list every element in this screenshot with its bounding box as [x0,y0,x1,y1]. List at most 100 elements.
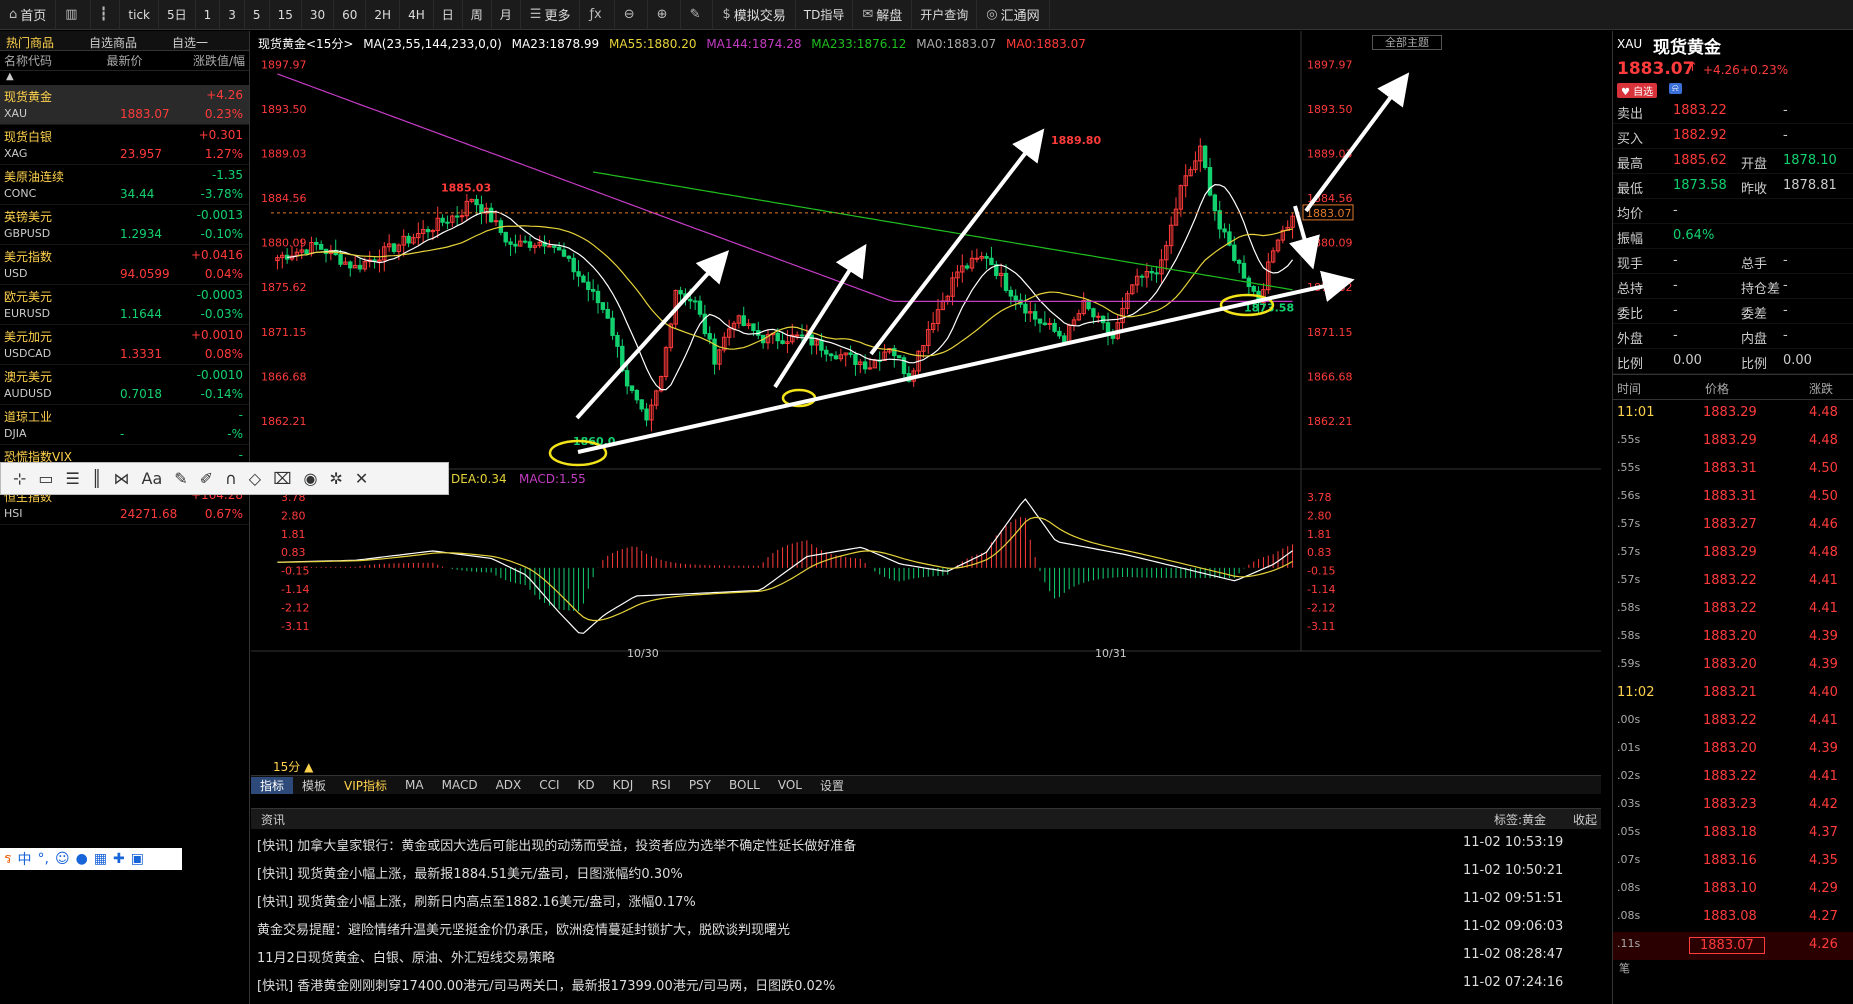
ime-emoji-icon[interactable]: ☺ [55,851,70,867]
toolbar-item-23[interactable]: ✉ 解盘 [853,0,913,30]
bars-icon[interactable]: ║ [92,469,102,488]
indicator-tab[interactable]: VOL [769,778,811,792]
toolbar-item-7[interactable]: 5 [245,0,270,30]
news-item[interactable]: [快讯] 加拿大皇家银行：黄金或因大选后可能出现的动荡而受益，投资者应为选举不确… [251,829,1601,857]
news-title[interactable]: 资讯 [261,811,285,828]
toolbar-item-21[interactable]: $ 模拟交易 [713,0,796,30]
theme-select[interactable]: 全部主题 [1372,35,1442,50]
quote-row[interactable]: 道琼工业 DJIA - - -% [0,405,249,445]
watch-button[interactable]: ♥ 自选 [1617,83,1658,98]
toolbar-item-4[interactable]: 5日 [159,0,196,30]
toolbar-item-13[interactable]: 日 [434,0,463,30]
toolbar-item-9[interactable]: 30 [302,0,335,30]
select-icon[interactable]: ⊹ [13,469,26,488]
quote-row[interactable]: 澳元美元 AUDUSD 0.7018 -0.0010 -0.14% [0,365,249,405]
tab-custom[interactable]: 自选一 [166,31,249,50]
news-collapse-button[interactable]: 收起 [1573,811,1597,828]
indicator-tab[interactable]: 指标 [251,776,294,794]
ime-skin-icon[interactable]: ✚ [113,851,125,867]
ime-mode[interactable]: 中 [18,849,32,869]
toolbar-item-24[interactable]: 开户查询 [912,0,978,30]
toolbar-item-8[interactable]: 15 [270,0,302,30]
toolbar-item-20[interactable]: ✎ [681,0,714,30]
news-item[interactable]: [快讯] 现货黄金小幅上涨，最新报1884.51美元/盎司，日图涨幅约0.30%… [251,857,1601,885]
pen-icon[interactable]: ✎ [174,469,187,488]
indicator-tab[interactable]: KDJ [604,778,643,792]
tick-change: 4.48 [1809,405,1838,420]
ime-punct-icon[interactable]: °, [38,851,49,867]
news-item[interactable]: [快讯] 香港黄金刚刚刺穿17400.00港元/司马两关口，最新报17399.0… [251,969,1601,997]
quote-row[interactable]: 美原油连续 CONC 34.44 -1.35 -3.78% [0,165,249,205]
bell-icon[interactable]: ⍾ [1669,83,1682,94]
rect-icon[interactable]: ▭ [38,469,53,488]
toolbar-item-16[interactable]: ☰ 更多 [521,0,581,30]
indicator-tab[interactable]: BOLL [720,778,769,792]
tab-watchlist[interactable]: 自选商品 [83,31,166,50]
indicator-tab[interactable]: 模板 [293,777,335,794]
nodes-icon[interactable]: ⋈ [114,469,130,488]
toolbar-item-3[interactable]: tick [120,0,159,30]
indicator-tab[interactable]: VIP指标 [335,777,396,794]
quote-row[interactable]: 英镑美元 GBPUSD 1.2934 -0.0013 -0.10% [0,205,249,245]
header-change: 涨跌值/幅 [192,54,245,68]
indicator-tab[interactable]: 设置 [811,777,853,794]
sort-indicator-icon[interactable]: ▲ [0,71,249,85]
indicator-tab[interactable]: KD [569,778,604,792]
brush-icon[interactable]: ✐ [200,469,213,488]
toolbar-item-22[interactable]: TD指导 [796,0,854,30]
eye-icon[interactable]: ◉ [304,469,318,488]
quote-name: 美原油连续 [4,170,65,184]
news-item[interactable]: 11月2日现货黄金、白银、原油、外汇短线交易策略 11-02 08:28:47 [251,941,1601,969]
text-icon[interactable]: Aa [142,469,163,488]
toolbar-item-14[interactable]: 周 [463,0,492,30]
quote-code: CONC [4,187,37,200]
candle-body [595,290,601,304]
quote-row[interactable]: 欧元美元 EURUSD 1.1644 -0.0003 -0.03% [0,285,249,325]
ime-keyboard-icon[interactable]: ▦ [94,851,107,867]
close-icon[interactable]: ✕ [355,469,368,488]
trash-icon[interactable]: ⌧ [273,469,291,488]
toolbar-item-2[interactable]: ┇ [91,0,121,30]
gear-icon[interactable]: ✲ [330,469,343,488]
toolbar-item-10[interactable]: 60 [334,0,367,30]
indicator-tab[interactable]: MA [396,778,433,792]
news-item[interactable]: 黄金交易提醒：避险情绪升温美元坚挺金价仍承压，欧洲疫情蔓延封锁扩大，脱欧谈判现曙… [251,913,1601,941]
toolbar-item-15[interactable]: 月 [492,0,521,30]
bar-chart-icon: ▥ [65,7,78,22]
tick-row: .55s 1883.31 4.50 [1613,456,1853,484]
price-chart[interactable]: 1897.97 1897.97 1893.50 1893.50 1889.03 1889.… [251,31,1601,775]
period-label[interactable]: 15分 ▲ [273,760,314,774]
ime-grid-icon[interactable]: ▣ [131,851,144,867]
toolbar-item-6[interactable]: 3 [220,0,245,30]
magnet-icon[interactable]: ∩ [225,469,237,488]
indicator-tab[interactable]: CCI [530,778,568,792]
indicator-tab[interactable]: MACD [433,778,487,792]
toolbar-item-12[interactable]: 4H [400,0,434,30]
ime-mic-icon[interactable]: ● [76,851,88,867]
toolbar-item-0[interactable]: ⌂ 首页 [0,0,57,30]
toolbar-item-17[interactable]: ƒx [580,0,615,30]
toolbar-item-11[interactable]: 2H [366,0,401,30]
tick-time: .07s [1617,853,1641,866]
quote-row[interactable]: 现货白银 XAG 23.957 +0.301 1.27% [0,125,249,165]
toolbar-item-19[interactable]: ⊕ [648,0,681,30]
indicator-tab[interactable]: RSI [642,778,680,792]
quote-row[interactable]: 美元加元 USDCAD 1.3331 +0.0010 0.08% [0,325,249,365]
quote-row[interactable]: 美元指数 USD 94.0599 +0.0416 0.04% [0,245,249,285]
indicator-tab[interactable]: ADX [487,778,531,792]
candle-body [707,333,712,340]
toolbar-item-25[interactable]: ◎ 汇通网 [977,0,1050,30]
toolbar-item-1[interactable]: ▥ [56,0,91,30]
toolbar-item-5[interactable]: 1 [196,0,221,30]
indicator-tab[interactable]: PSY [680,778,720,792]
lines-icon[interactable]: ☰ [66,469,80,488]
quote-row[interactable]: 现货黄金 XAU 1883.07 +4.26 0.23% [0,85,249,125]
eraser-icon[interactable]: ◇ [249,469,261,488]
news-item[interactable]: [快讯] 现货黄金小幅上涨，刷新日内高点至1882.16美元/盎司，涨幅0.17… [251,885,1601,913]
tab-hot[interactable]: 热门商品 [0,31,83,50]
quote-list-tabs: 热门商品 自选商品 自选一 [0,31,249,51]
tick-row: .55s 1883.29 4.48 [1613,428,1853,456]
news-tag[interactable]: 标签:黄金 [1494,811,1546,828]
tick-change: 4.41 [1809,713,1838,728]
toolbar-item-18[interactable]: ⊖ [615,0,648,30]
